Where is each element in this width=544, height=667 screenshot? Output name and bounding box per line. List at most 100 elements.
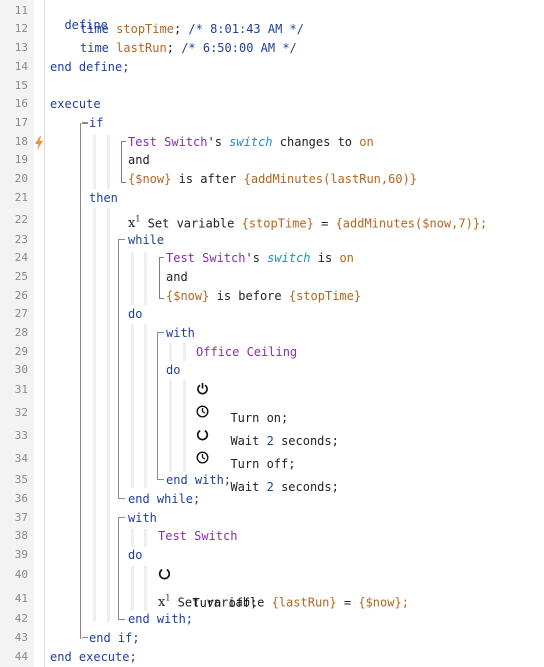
variable-lastrun[interactable]: lastRun	[116, 41, 167, 55]
with-device-shade	[169, 343, 172, 361]
code-line-end-with[interactable]: end with;	[128, 612, 193, 626]
code-line-do[interactable]: do	[128, 307, 142, 321]
variable-stoptime[interactable]: stopTime	[116, 22, 174, 36]
code-line-device[interactable]: Test Switch	[158, 529, 237, 543]
code-line-execute[interactable]: execute	[50, 97, 101, 111]
line-number: 36	[14, 492, 28, 505]
line-number: 27	[14, 307, 28, 320]
code-line-do[interactable]: do	[166, 363, 180, 377]
line-number: 14	[14, 60, 28, 73]
with-device-shade	[183, 343, 186, 361]
variable-icon: x1	[158, 594, 171, 610]
code-line-with[interactable]: with	[166, 326, 195, 340]
line-number: 20	[14, 172, 28, 185]
operator-and: and	[166, 270, 188, 284]
code-line-condition-1[interactable]: Test Switch's switch changes to on	[128, 135, 374, 149]
with2-do-shade	[131, 566, 134, 611]
comment: /* 6:50:00 AM */	[181, 41, 297, 55]
keyword-with: with	[166, 326, 195, 340]
keyword-if: if	[89, 116, 104, 130]
attribute-switch[interactable]: switch	[229, 135, 272, 149]
code-line-while-condition-2[interactable]: {$now} is before {stopTime}	[166, 289, 361, 303]
keyword-do: do	[166, 363, 181, 377]
operator-and: and	[128, 153, 150, 167]
code-line-and[interactable]: and	[128, 153, 150, 167]
code-line-end-execute[interactable]: end execute;	[50, 650, 137, 664]
wait-duration[interactable]: 2	[267, 480, 274, 494]
line-number: 25	[14, 270, 28, 283]
while-condition-shade	[131, 252, 134, 305]
expression-value[interactable]: {addMinutes($now,7)};	[336, 216, 488, 230]
code-line-end-define[interactable]: end define;	[50, 60, 129, 74]
semicolon: ;	[166, 41, 174, 55]
attribute-switch[interactable]: switch	[267, 251, 310, 265]
with2-block-top	[119, 517, 125, 518]
line-number: 29	[14, 345, 28, 358]
variable-ref[interactable]: {stopTime}	[289, 289, 361, 303]
possessive: 's	[245, 251, 260, 265]
line-number: 16	[14, 97, 28, 110]
device-test-switch[interactable]: Test Switch	[166, 251, 245, 265]
while-condition-shade	[144, 252, 147, 305]
while-block-top	[119, 239, 125, 240]
expression-now[interactable]: {$now}	[166, 289, 209, 303]
comparison: is before	[216, 289, 282, 303]
comparison: changes to	[279, 135, 353, 149]
keyword-end-if: end if;	[89, 631, 140, 645]
code-line-while[interactable]: while	[128, 233, 164, 247]
semicolon: ;	[173, 22, 182, 36]
line-number: 44	[14, 650, 28, 663]
value-on[interactable]: on	[359, 135, 373, 149]
expression-now[interactable]: {$now}	[128, 172, 171, 186]
code-line-lastrun[interactable]: time lastRun; /* 6:50:00 AM */	[80, 41, 297, 55]
line-number: 17	[14, 116, 28, 129]
line-number: 43	[14, 631, 28, 644]
code-line-set-lastrun[interactable]: x1 Set variable {lastRun} = {$now};	[158, 592, 409, 610]
line-number: 34	[14, 452, 28, 465]
keyword-do: do	[128, 307, 143, 321]
code-line-end-if[interactable]: end if;	[89, 631, 140, 645]
expression-value[interactable]: {$now};	[358, 595, 409, 609]
variable-icon-sup: 1	[165, 594, 171, 603]
while-do-shade	[144, 324, 147, 488]
code-line-with[interactable]: with	[128, 511, 157, 525]
code-line-and[interactable]: and	[166, 270, 188, 284]
with2-block-bottom	[119, 619, 125, 620]
variable-ref[interactable]: {lastRun}	[272, 595, 337, 609]
line-number: 41	[14, 592, 28, 605]
device-test-switch[interactable]: Test Switch	[128, 135, 207, 149]
code-line-end-while[interactable]: end while;	[128, 492, 200, 506]
code-line-while-condition-1[interactable]: Test Switch's switch is on	[166, 251, 354, 265]
possessive: 's	[207, 135, 222, 149]
line-number: 12	[14, 22, 28, 35]
condition-shade	[107, 135, 110, 189]
clock-icon	[196, 451, 209, 464]
code-line-stoptime[interactable]: time stopTime; /* 8:01:43 AM */	[80, 22, 304, 36]
code-line-then[interactable]: then	[89, 191, 118, 205]
value-on[interactable]: on	[339, 251, 353, 265]
code-line-do[interactable]: do	[128, 548, 142, 562]
if-block-bottom	[82, 637, 88, 638]
code-line-condition-2[interactable]: {$now} is after {addMinutes(lastRun,60)}	[128, 172, 417, 186]
expression-addminutes[interactable]: {addMinutes(lastRun,60)}	[244, 172, 417, 186]
action-wait[interactable]: Wait	[230, 480, 259, 494]
if-block-top	[82, 122, 88, 124]
equals: =	[321, 216, 329, 231]
line-number: 18	[14, 135, 28, 148]
line-number: 24	[14, 251, 28, 264]
device-office-ceiling[interactable]: Office Ceiling	[196, 345, 297, 359]
comparison: is after	[178, 172, 237, 186]
power-off-icon	[196, 429, 209, 441]
line-number: 11	[14, 4, 28, 17]
keyword-end-with: end with;	[128, 612, 194, 626]
while-condition-bracket	[159, 257, 164, 299]
code-line-set-stoptime[interactable]: x1 Set variable {stopTime} = {addMinutes…	[128, 213, 487, 231]
code-line-if[interactable]: if	[89, 116, 103, 130]
code-line-device[interactable]: Office Ceiling	[196, 345, 297, 359]
variable-ref[interactable]: {stopTime}	[242, 216, 314, 230]
keyword-end-with: end with;	[166, 473, 232, 487]
code-line-end-with[interactable]: end with;	[166, 473, 231, 487]
with-do-shade	[183, 380, 186, 472]
comment: /* 8:01:43 AM */	[188, 22, 304, 36]
device-test-switch[interactable]: Test Switch	[158, 529, 237, 543]
